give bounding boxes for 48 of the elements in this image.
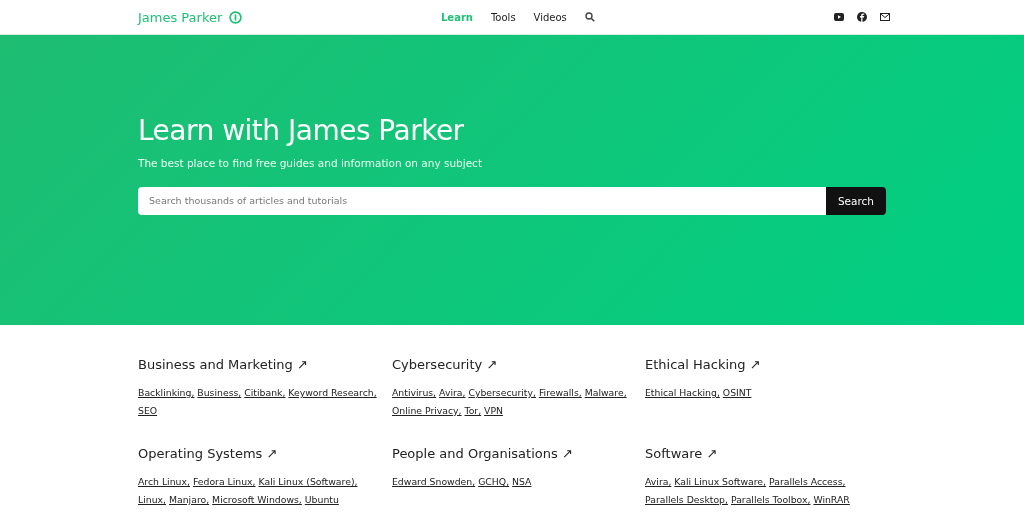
topic-link[interactable]: Antivirus, (392, 387, 437, 398)
category-heading[interactable]: Software ↗ (645, 446, 886, 461)
topic-link[interactable]: Avira, (439, 387, 466, 398)
category-heading[interactable]: Ethical Hacking ↗ (645, 357, 886, 372)
topic-link[interactable]: Citibank, (244, 387, 286, 398)
topic-link[interactable]: Keyword Research, (288, 387, 377, 398)
mail-icon[interactable] (880, 13, 890, 21)
topic-link[interactable]: Kali Linux Software, (674, 476, 767, 487)
nav-link[interactable]: Videos (533, 11, 567, 23)
topic-link[interactable]: Online Privacy, (392, 405, 462, 416)
category-heading[interactable]: Operating Systems ↗ (138, 446, 392, 461)
power-icon (229, 10, 243, 24)
topic-link[interactable]: Parallels Desktop, (645, 494, 728, 505)
hero-title: Learn with James Parker (138, 113, 465, 147)
topic-link[interactable]: Malware, (584, 387, 627, 398)
category-heading[interactable]: Cybersecurity ↗ (392, 357, 645, 372)
topic-link[interactable]: VPN (484, 405, 503, 416)
topic-link[interactable]: Cybersecurity, (468, 387, 536, 398)
topic-link[interactable]: Kali Linux (Software), (258, 476, 358, 487)
topic-link[interactable]: WinRAR (813, 494, 850, 505)
search-field[interactable]: Search thousands of articles and tutorials (138, 186, 826, 215)
category-heading[interactable]: Business and Marketing ↗ (138, 357, 392, 372)
topic-link[interactable]: SEO (138, 405, 158, 416)
topic-link[interactable]: Fedora Linux, (192, 476, 256, 487)
search-icon[interactable] (584, 12, 595, 22)
topic-link[interactable]: Parallels Toolbox, (730, 494, 811, 505)
topic-link[interactable]: OSINT (722, 387, 752, 398)
nav-link[interactable]: Tools (490, 11, 516, 23)
topic-link[interactable]: Linux, (138, 494, 166, 505)
video-icon[interactable] (834, 13, 844, 21)
topic-link[interactable]: Ethical Hacking, (645, 387, 720, 398)
hero-subtitle: The best place to find free guides and information on any subject (138, 156, 483, 169)
topic-link[interactable]: GCHQ, (478, 476, 510, 487)
topic-link[interactable]: Firewalls, (538, 387, 582, 398)
topic-link[interactable]: Manjaro, (169, 494, 210, 505)
topic-link[interactable]: Business, (197, 387, 242, 398)
topic-link[interactable]: Microsoft Windows, (212, 494, 302, 505)
topic-link[interactable]: Edward Snowden, (392, 476, 476, 487)
topic-link[interactable]: Tor, (464, 405, 482, 416)
topic-link[interactable]: Backlinking, (138, 387, 195, 398)
facebook-icon[interactable] (857, 12, 867, 22)
topic-link[interactable]: Avira, (645, 476, 672, 487)
topic-link[interactable]: Ubuntu (304, 494, 339, 505)
topic-link[interactable]: Parallels Access, (769, 476, 846, 487)
topic-link[interactable]: Arch Linux, (138, 476, 190, 487)
category-heading[interactable]: People and Organisations ↗ (392, 446, 645, 461)
topic-link[interactable]: NSA (512, 476, 532, 487)
search-button[interactable]: Search (825, 186, 886, 215)
